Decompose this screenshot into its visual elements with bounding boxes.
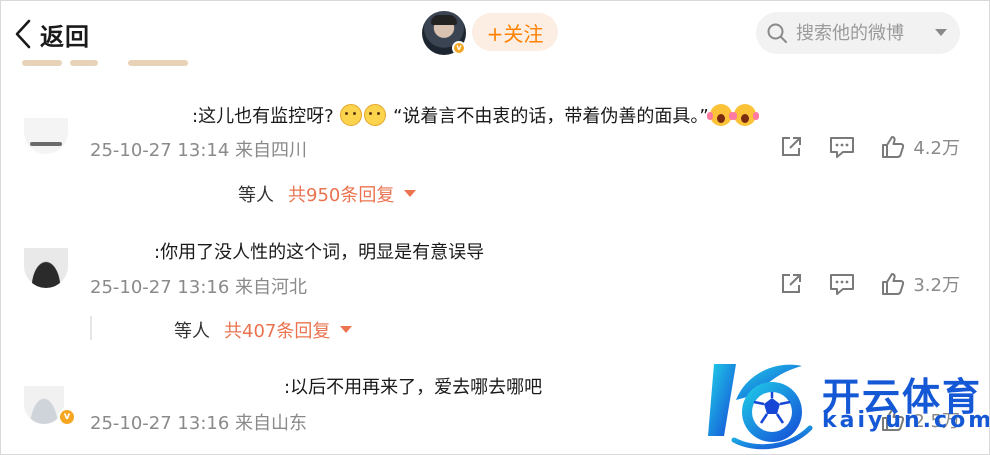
- back-button[interactable]: 返回: [14, 14, 90, 54]
- caret-down-icon[interactable]: [340, 326, 353, 334]
- view-replies-link[interactable]: 共950条回复: [288, 181, 394, 207]
- search-icon: [767, 23, 787, 43]
- comment-icon: [830, 137, 855, 158]
- scream-emoji-icon: [706, 104, 732, 126]
- search-input[interactable]: [794, 21, 926, 45]
- cat-emoji-icon: [340, 104, 363, 126]
- verified-badge-icon: v: [58, 408, 76, 426]
- like-count: 3.2万: [913, 275, 960, 296]
- truncated-previous-row: [0, 60, 300, 68]
- share-button[interactable]: [779, 135, 803, 159]
- like-button[interactable]: 4.2万: [881, 134, 960, 160]
- comment-text: :你用了没人性的这个词，明显是有意误导: [154, 242, 485, 263]
- like-icon: [882, 136, 905, 158]
- avatar[interactable]: [24, 248, 68, 288]
- chevron-left-icon: [15, 19, 31, 49]
- comment-actions: 4.2万: [779, 134, 960, 160]
- comment-icon: [830, 274, 855, 295]
- comment-meta: 25-10-27 13:16 来自山东: [90, 413, 308, 434]
- caret-down-icon[interactable]: [404, 190, 417, 198]
- search-box[interactable]: [756, 12, 960, 54]
- kaiyun-watermark: 开云体育 kaiyun.com: [706, 356, 990, 452]
- back-label: 返回: [40, 22, 90, 51]
- like-count: 4.2万: [913, 138, 960, 159]
- like-icon: [882, 273, 905, 295]
- view-replies-link[interactable]: 共407条回复: [224, 317, 330, 343]
- watermark-domain: kaiyun.com: [822, 408, 990, 433]
- reply-summary: 等人 共950条回复: [238, 181, 417, 207]
- follow-button[interactable]: +关注: [472, 13, 558, 51]
- comment-actions: 3.2万: [779, 271, 960, 297]
- avatar[interactable]: [24, 118, 68, 154]
- kaiyun-logo-icon: [708, 364, 813, 450]
- comment-button[interactable]: [829, 135, 855, 159]
- scream-emoji-icon: [730, 104, 756, 126]
- reply-summary: 等人 共407条回复: [174, 317, 353, 343]
- share-icon: [782, 274, 802, 293]
- share-button[interactable]: [779, 272, 803, 296]
- comment-meta: 25-10-27 13:16 来自河北: [90, 277, 308, 298]
- comment-text: :以后不用再来了，爱去哪去哪吧: [284, 377, 543, 398]
- comment-text: :这儿也有监控呀? “说着言不由衷的话，带着伪善的面具。”: [192, 102, 757, 128]
- comment-meta: 25-10-27 13:14 来自四川: [90, 140, 308, 161]
- thread-divider: [90, 316, 92, 340]
- cat-emoji-icon: [364, 104, 387, 126]
- comment-button[interactable]: [829, 272, 855, 296]
- caret-down-icon[interactable]: [934, 28, 948, 38]
- top-bar: 返回 v +关注: [0, 0, 990, 68]
- like-button[interactable]: 3.2万: [881, 271, 960, 297]
- verified-badge-icon: v: [452, 41, 466, 55]
- share-icon: [782, 137, 802, 156]
